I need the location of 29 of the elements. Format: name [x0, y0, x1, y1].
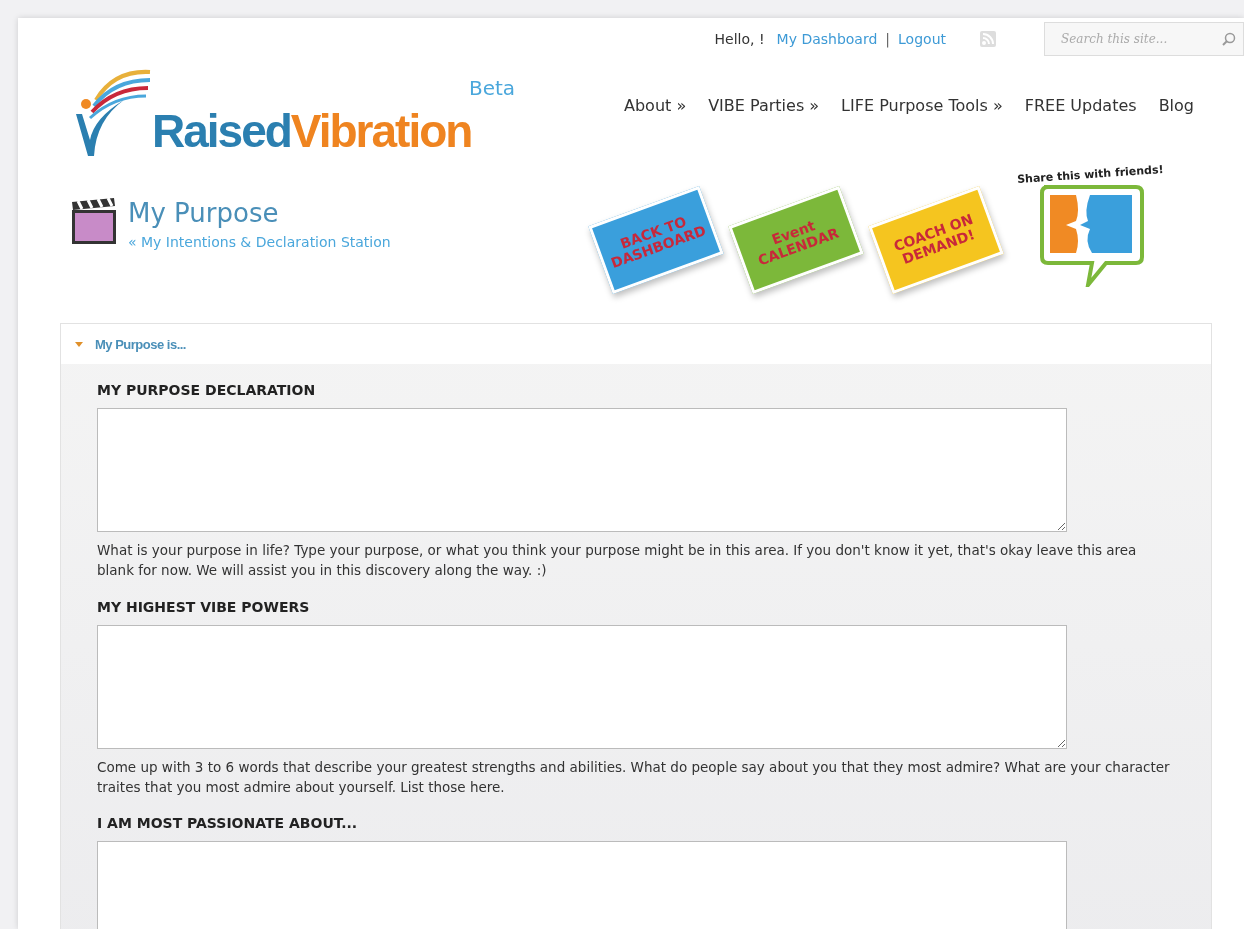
greeting-text: Hello, ! [714, 31, 765, 47]
logo-text: Raised [152, 104, 291, 158]
text-area[interactable] [97, 624, 1067, 749]
page-title: My Purpose [128, 198, 280, 228]
search-field[interactable]: Search this site... [1044, 22, 1244, 56]
dashboard-link[interactable]: My Dashboard [776, 31, 878, 47]
text-area[interactable] [97, 841, 1067, 929]
field-label: MY PURPOSE DECLARATION [97, 382, 317, 398]
panel-header[interactable]: My Purpose is... [61, 324, 1211, 364]
breadcrumb-link[interactable]: « My Intentions & Declaration Station [128, 234, 391, 250]
link-separator: | [885, 31, 891, 47]
nav-link[interactable]: Blog [1158, 96, 1194, 115]
logo-text: Vibration [290, 104, 472, 158]
text-area[interactable] [97, 408, 1067, 532]
share-caption: Share this with friends! [1017, 162, 1165, 187]
search-icon[interactable] [1222, 32, 1236, 46]
nav-link[interactable]: About » [624, 96, 687, 115]
field-label: I AM MOST PASSIONATE ABOUT... [97, 815, 359, 831]
help-text: What is your purpose in life? Type your purpose, or what you think your purpose might be in this area. If you don't know it yet, that's okay leave this area blank for now. We will assist you in this discovery along the way. :) [97, 541, 1138, 581]
clapperboard-icon [70, 198, 118, 246]
nav-link[interactable]: FREE Updates [1024, 96, 1137, 115]
help-text: Come up with 3 to 6 words that describe your greatest strengths and abilities. What do people say about you that they most admire? What are your character traites that you most admire about yourself. List those here. [97, 757, 1171, 797]
rss-icon[interactable] [980, 31, 996, 47]
logout-link[interactable]: Logout [898, 31, 946, 47]
caret-icon [75, 340, 83, 348]
field-label: MY HIGHEST VIBE POWERS [97, 598, 311, 615]
beta-label: Beta [469, 76, 516, 100]
nav-link[interactable]: LIFE Purpose Tools » [841, 96, 1003, 115]
nav-link[interactable]: VIBE Parties » [708, 96, 820, 115]
